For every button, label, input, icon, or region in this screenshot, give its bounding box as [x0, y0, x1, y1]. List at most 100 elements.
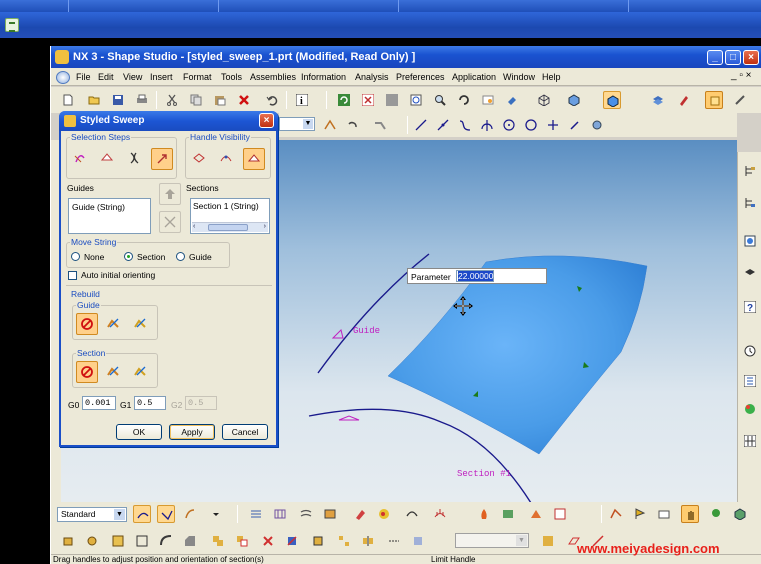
paste-icon[interactable] — [211, 91, 229, 109]
palette-list-icon[interactable] — [741, 372, 759, 390]
globe-icon[interactable] — [56, 71, 70, 84]
menu-file[interactable]: File — [76, 72, 91, 82]
print-icon[interactable] — [133, 91, 151, 109]
step-guide-icon[interactable] — [70, 148, 92, 170]
restore-doc-icon[interactable]: _ ▫ × — [731, 70, 752, 81]
history-icon[interactable] — [741, 342, 759, 360]
circle-icon[interactable] — [522, 116, 540, 134]
wireframe-cube-icon[interactable] — [535, 91, 553, 109]
more-curves-icon[interactable] — [588, 116, 606, 134]
maximize-button[interactable]: □ — [725, 50, 741, 65]
menu-format[interactable]: Format — [183, 72, 212, 82]
through-curves-icon[interactable] — [247, 505, 265, 523]
shell-icon[interactable] — [133, 532, 151, 550]
studio-view-icon[interactable] — [603, 91, 621, 109]
move-up-button[interactable] — [159, 183, 181, 205]
menu-window[interactable]: Window — [503, 72, 535, 82]
step-spine-icon[interactable] — [124, 148, 146, 170]
rebuild-guide-off-icon[interactable] — [76, 313, 98, 335]
cut-icon[interactable] — [163, 91, 181, 109]
pattern-icon[interactable] — [335, 532, 353, 550]
trim-icon[interactable] — [283, 532, 301, 550]
taskbar-cell[interactable] — [68, 0, 218, 12]
circle-point-icon[interactable] — [500, 116, 518, 134]
taskbar-cell[interactable] — [398, 0, 628, 12]
quick-launch-icon[interactable] — [5, 18, 19, 32]
studio-spline-icon[interactable] — [607, 505, 625, 523]
cube-icon[interactable] — [731, 505, 749, 523]
dropdown-arrow-icon[interactable] — [207, 505, 225, 523]
step-handle-icon[interactable] — [151, 148, 173, 170]
auto-orient-checkbox[interactable] — [68, 271, 77, 280]
cancel-button[interactable]: Cancel — [222, 424, 268, 440]
information-icon[interactable]: i — [293, 91, 311, 109]
role-dropdown[interactable]: Standard ▼ — [57, 507, 127, 522]
g0-input[interactable]: 0.001 — [82, 396, 116, 410]
taskbar-cell[interactable] — [628, 0, 761, 12]
paint-icon[interactable] — [675, 91, 693, 109]
menu-information[interactable]: Information — [301, 72, 346, 82]
unite-icon[interactable] — [209, 532, 227, 550]
view-orient-icon[interactable] — [503, 91, 521, 109]
arc-edit-icon[interactable] — [403, 505, 421, 523]
guides-list-item[interactable]: Guide (String) — [72, 202, 147, 212]
flag-icon[interactable] — [631, 505, 649, 523]
sketch-icon[interactable] — [655, 505, 673, 523]
ok-button[interactable]: OK — [116, 424, 162, 440]
menu-insert[interactable]: Insert — [150, 72, 173, 82]
book-icon[interactable] — [499, 505, 517, 523]
intersect-icon[interactable] — [259, 532, 277, 550]
blend-icon[interactable] — [157, 532, 175, 550]
undo-icon[interactable] — [263, 91, 281, 109]
menu-assemblies[interactable]: Assemblies — [250, 72, 296, 82]
step-section-icon[interactable] — [97, 148, 119, 170]
handles-all-icon[interactable] — [243, 148, 265, 170]
highlight-tool-icon[interactable] — [705, 91, 723, 109]
pan-icon[interactable] — [479, 91, 497, 109]
text-icon[interactable] — [539, 532, 557, 550]
open-folder-icon[interactable] — [85, 91, 103, 109]
menu-edit[interactable]: Edit — [98, 72, 114, 82]
remove-button[interactable] — [159, 211, 181, 233]
menu-view[interactable]: View — [123, 72, 142, 82]
filter-dropdown[interactable]: ▼ — [279, 117, 315, 131]
g1-input[interactable]: 0.5 — [134, 396, 166, 410]
swoop-icon[interactable] — [297, 505, 315, 523]
delete-icon[interactable] — [235, 91, 253, 109]
move-guide-radio[interactable] — [176, 252, 185, 261]
subtract-icon[interactable] — [233, 532, 251, 550]
handles-section-icon[interactable] — [216, 148, 238, 170]
menu-preferences[interactable]: Preferences — [396, 72, 445, 82]
tree-icon[interactable] — [707, 505, 725, 523]
line-tangent-icon[interactable] — [434, 116, 452, 134]
part-navigator-icon[interactable] — [741, 194, 759, 212]
spline-icon[interactable] — [456, 116, 474, 134]
rebuild-section-degree-icon[interactable] — [103, 361, 125, 383]
dialog-close-button[interactable]: × — [259, 113, 274, 128]
fillet-icon[interactable] — [181, 505, 199, 523]
minimize-button[interactable]: _ — [707, 50, 723, 65]
block-icon[interactable] — [109, 532, 127, 550]
sections-list[interactable]: Section 1 (String) ‹ › — [190, 198, 270, 234]
close-button[interactable]: × — [743, 50, 759, 65]
guides-list[interactable]: Guide (String) — [68, 198, 151, 234]
select-filter-icon[interactable] — [371, 116, 389, 134]
patch-icon[interactable] — [321, 505, 339, 523]
extrude-icon[interactable] — [59, 532, 77, 550]
refresh-icon[interactable] — [335, 91, 353, 109]
new-file-icon[interactable] — [59, 91, 77, 109]
help-icon[interactable]: ? — [741, 298, 759, 316]
magnifier-icon[interactable] — [431, 91, 449, 109]
patch-body-icon[interactable] — [409, 532, 427, 550]
mirror-icon[interactable] — [359, 532, 377, 550]
layer-icon[interactable] — [649, 91, 667, 109]
sweep-variant-icon[interactable] — [157, 505, 175, 523]
offset-icon[interactable] — [309, 532, 327, 550]
assembly-navigator-icon[interactable] — [741, 162, 759, 180]
styled-sweep-icon[interactable] — [133, 505, 151, 523]
menu-analysis[interactable]: Analysis — [355, 72, 389, 82]
menu-tools[interactable]: Tools — [221, 72, 242, 82]
browser-icon[interactable] — [741, 232, 759, 250]
comb-icon[interactable] — [431, 505, 449, 523]
zoom-window-icon[interactable] — [407, 91, 425, 109]
